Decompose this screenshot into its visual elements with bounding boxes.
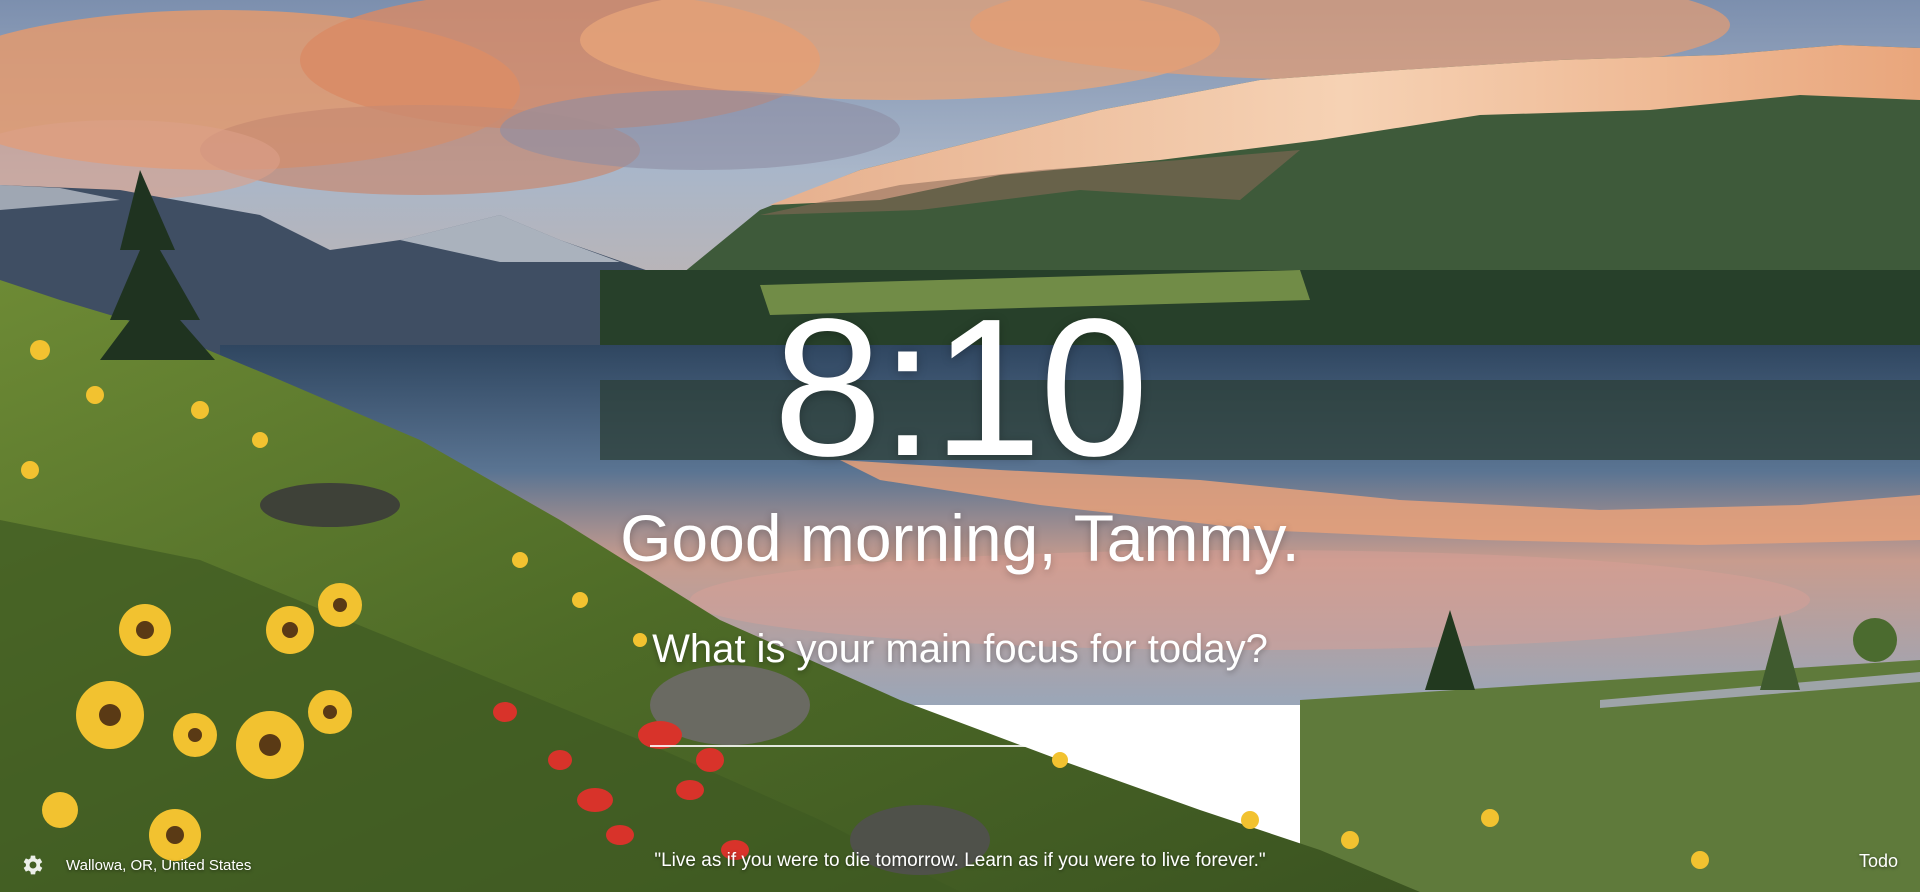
focus-input[interactable]: [650, 709, 1270, 747]
greeting-text: Good morning, Tammy.: [620, 501, 1300, 575]
clock-time: 8:10: [773, 278, 1148, 497]
dashboard: 8:10 Good morning, Tammy. What is your m…: [0, 0, 1920, 892]
focus-prompt: What is your main focus for today?: [652, 627, 1268, 671]
focus-section: What is your main focus for today?: [0, 625, 1920, 747]
quote-text: "Live as if you were to die tomorrow. Le…: [654, 850, 1266, 871]
todo-button[interactable]: Todo: [1859, 851, 1898, 872]
